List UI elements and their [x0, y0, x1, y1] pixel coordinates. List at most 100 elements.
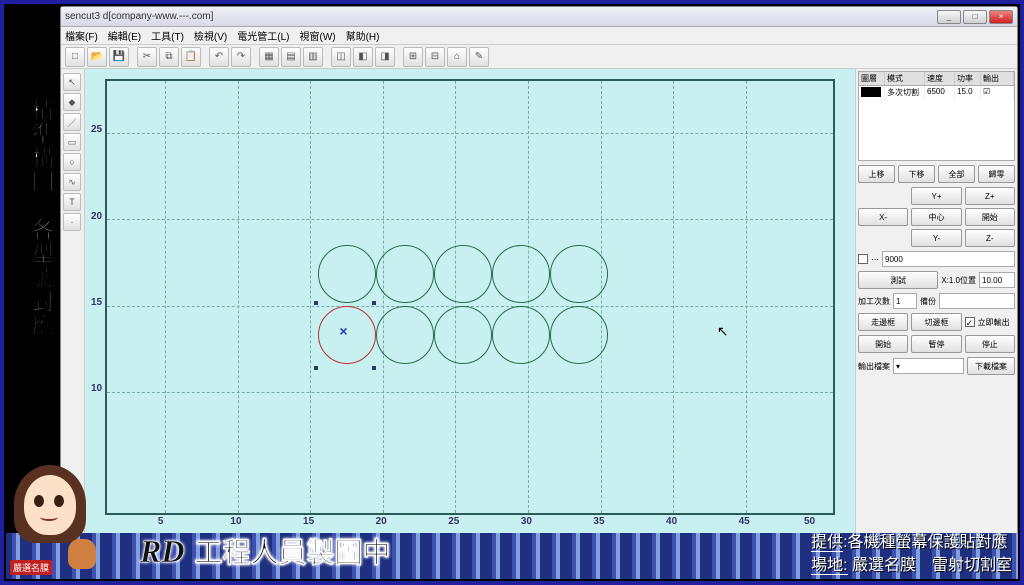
- col-out: 輸出: [981, 72, 1014, 85]
- minimize-button[interactable]: _: [937, 10, 961, 24]
- tool-i[interactable]: ⌂: [447, 47, 467, 67]
- menu-help[interactable]: 幫助(H): [346, 28, 380, 43]
- menu-view[interactable]: 檢視(V): [194, 28, 227, 43]
- tool-open[interactable]: 📂: [87, 47, 107, 67]
- window-title: sencut3 d[company-www.---.com]: [65, 11, 213, 22]
- menu-tools[interactable]: 工具(T): [151, 28, 184, 43]
- shape-circle[interactable]: [376, 306, 434, 364]
- y-label: 25: [91, 124, 102, 135]
- tool-new[interactable]: □: [65, 47, 85, 67]
- btn-go[interactable]: 走邊框: [858, 313, 908, 331]
- tool-redo[interactable]: ↷: [231, 47, 251, 67]
- menu-file[interactable]: 檔案(F): [65, 28, 98, 43]
- caption-rd: RD: [140, 533, 184, 570]
- lt-point[interactable]: ·: [63, 213, 81, 231]
- y-label: 20: [91, 211, 102, 222]
- tool-d[interactable]: ◫: [331, 47, 351, 67]
- btn-down[interactable]: 下移: [898, 165, 935, 183]
- handle[interactable]: [314, 301, 318, 305]
- tool-cut[interactable]: ✂: [137, 47, 157, 67]
- shape-circle[interactable]: [318, 245, 376, 303]
- menu-laser[interactable]: 電光管工(L): [237, 28, 289, 43]
- btn-xn[interactable]: X-: [858, 208, 908, 226]
- tool-f[interactable]: ◨: [375, 47, 395, 67]
- maximize-button[interactable]: □: [963, 10, 987, 24]
- tool-a[interactable]: ▦: [259, 47, 279, 67]
- btn-center[interactable]: 中心: [911, 208, 961, 226]
- handle[interactable]: [372, 301, 376, 305]
- tool-save[interactable]: 💾: [109, 47, 129, 67]
- btn-start[interactable]: 開始: [858, 335, 908, 353]
- input-gap[interactable]: 9000: [882, 251, 1015, 267]
- btn-up[interactable]: 上移: [858, 165, 895, 183]
- btn-yp[interactable]: Y+: [911, 187, 961, 205]
- menu-window[interactable]: 視窗(W): [299, 28, 335, 43]
- shape-circle[interactable]: [492, 245, 550, 303]
- btn-test[interactable]: 測試: [858, 271, 938, 289]
- close-button[interactable]: ×: [989, 10, 1013, 24]
- lbl-immed: 立即輸出: [978, 317, 1010, 328]
- input-cnt[interactable]: 1: [893, 293, 917, 309]
- tool-copy[interactable]: ⧉: [159, 47, 179, 67]
- handle[interactable]: [314, 366, 318, 370]
- tool-b[interactable]: ▤: [281, 47, 301, 67]
- shape-circle[interactable]: [550, 245, 608, 303]
- shape-circle[interactable]: [434, 245, 492, 303]
- lt-text[interactable]: T: [63, 193, 81, 211]
- chk-immed[interactable]: ✓: [965, 317, 975, 327]
- btn-zp2[interactable]: Z+: [965, 187, 1015, 205]
- btn-xp[interactable]: 開始: [965, 208, 1015, 226]
- layer-table: 圖層 模式 速度 功率 輸出 多次切割 6500 15.0 ☑: [858, 71, 1015, 161]
- layer-row[interactable]: 多次切割 6500 15.0 ☑: [859, 86, 1014, 100]
- col-speed: 速度: [925, 72, 955, 85]
- btn-ym[interactable]: Y-: [911, 229, 961, 247]
- shape-circle[interactable]: [434, 306, 492, 364]
- btn-home[interactable]: 歸零: [978, 165, 1015, 183]
- cap-r1a: 提供: [811, 534, 843, 552]
- x-label: 50: [804, 516, 815, 527]
- chk-a[interactable]: [858, 254, 868, 264]
- lt-circle[interactable]: ○: [63, 153, 81, 171]
- lt-curve[interactable]: ∿: [63, 173, 81, 191]
- x-label: 25: [448, 516, 459, 527]
- x-label: 15: [303, 516, 314, 527]
- input-bk[interactable]: [939, 293, 1015, 309]
- lt-rect[interactable]: ▭: [63, 133, 81, 151]
- canvas[interactable]: 25 20 15 10 5 10 15 20 25 30 35 40 45 50: [85, 69, 855, 535]
- layer-color: [861, 87, 881, 97]
- tool-g[interactable]: ⊞: [403, 47, 423, 67]
- col-power: 功率: [955, 72, 981, 85]
- input-val[interactable]: 10.00: [979, 272, 1015, 288]
- btn-stop[interactable]: 停止: [965, 335, 1015, 353]
- lbl-proc: 加工次數: [858, 296, 890, 307]
- x-label: 35: [593, 516, 604, 527]
- tool-c[interactable]: ▥: [303, 47, 323, 67]
- shape-circle[interactable]: [492, 306, 550, 364]
- handle[interactable]: [372, 366, 376, 370]
- tool-undo[interactable]: ↶: [209, 47, 229, 67]
- btn-fit[interactable]: 全部: [938, 165, 975, 183]
- lt-node[interactable]: ◆: [63, 93, 81, 111]
- shape-circle[interactable]: [376, 245, 434, 303]
- shape-circle[interactable]: [550, 306, 608, 364]
- lt-select[interactable]: ↖: [63, 73, 81, 91]
- btn-zp[interactable]: Z-: [965, 229, 1015, 247]
- app-window: sencut3 d[company-www.---.com] _ □ × 檔案(…: [60, 6, 1018, 536]
- btn-download[interactable]: 下載檔案: [967, 357, 1015, 375]
- tool-paste[interactable]: 📋: [181, 47, 201, 67]
- tool-j[interactable]: ✎: [469, 47, 489, 67]
- select-output[interactable]: ▾: [893, 358, 964, 374]
- x-label: 40: [666, 516, 677, 527]
- center-mark: ×: [339, 323, 347, 339]
- caption-main: RD 工程人員製圖中: [140, 531, 390, 571]
- menubar: 檔案(F) 編輯(E) 工具(T) 檢視(V) 電光管工(L) 視窗(W) 幫助…: [61, 27, 1017, 45]
- x-label: 30: [521, 516, 532, 527]
- titlebar: sencut3 d[company-www.---.com] _ □ ×: [61, 7, 1017, 27]
- tool-h[interactable]: ⊟: [425, 47, 445, 67]
- caption-right: 提供:各機種螢幕保護貼對應 場地: 嚴選名膜 雷射切割室: [811, 532, 1012, 577]
- lt-line[interactable]: ／: [63, 113, 81, 131]
- menu-edit[interactable]: 編輯(E): [108, 28, 141, 43]
- btn-cut[interactable]: 切邊框: [911, 313, 961, 331]
- btn-pause[interactable]: 暫停: [911, 335, 961, 353]
- tool-e[interactable]: ◧: [353, 47, 373, 67]
